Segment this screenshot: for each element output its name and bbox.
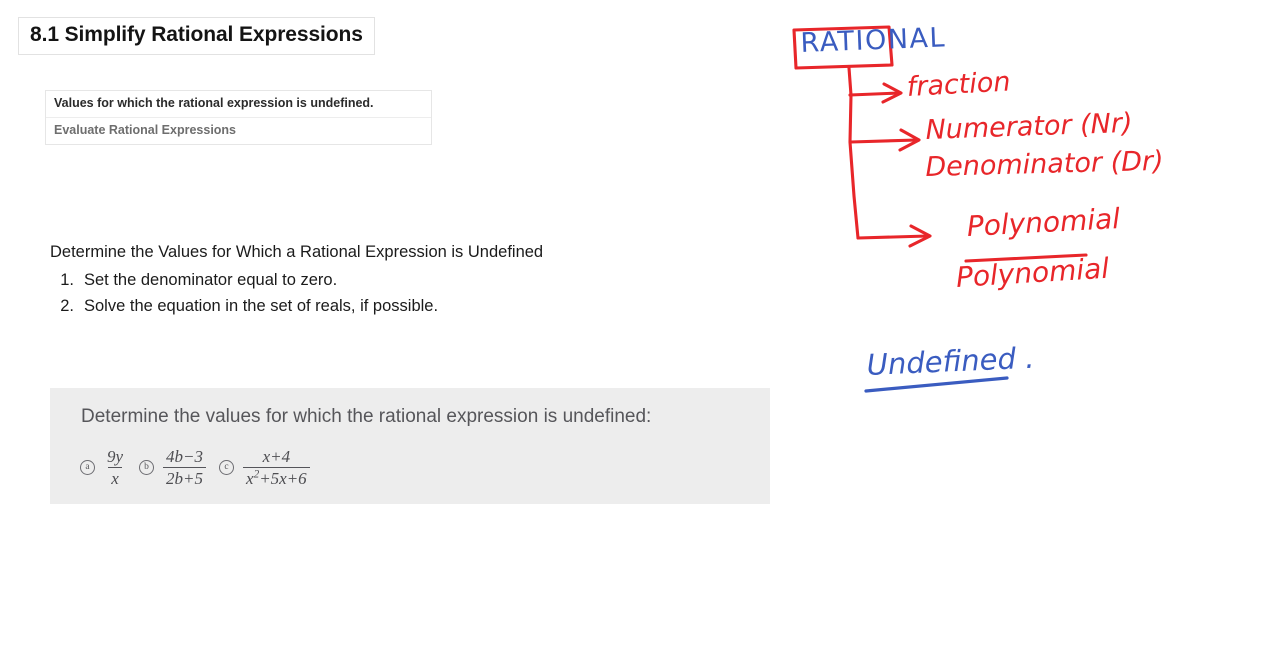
procedure-step: 2. Solve the equation in the set of real… [50, 293, 710, 319]
step-number: 1. [60, 270, 74, 289]
rational-box-stroke [792, 25, 894, 70]
branch-3-arrowhead [908, 224, 932, 248]
topics-list: Values for which the rational expression… [45, 90, 432, 145]
undefined-underline-stroke [864, 376, 1009, 393]
branch-1-stroke [848, 91, 901, 97]
fraction-b: 4b−3 2b+5 [163, 447, 207, 488]
example-prompt: Determine the values for which the ratio… [81, 406, 652, 427]
slide-title-box: 8.1 Simplify Rational Expressions [18, 17, 375, 55]
example-item-row: a 9y x b 4b−3 2b+5 c x+4 x2+5x+6 [80, 448, 310, 487]
branch-3-stroke [856, 234, 930, 240]
example-label-b: b [139, 460, 155, 476]
fraction-denominator: x [108, 466, 122, 488]
fraction-c: x+4 x2+5x+6 [243, 448, 310, 487]
step-text: Solve the equation in the set of reals, … [84, 296, 439, 315]
ink-polynomial-denominator: Polynomial [955, 251, 1110, 294]
topic-list-item: Evaluate Rational Expressions [54, 122, 237, 137]
fraction-numerator: 9y [107, 447, 124, 466]
denominator-rest: +5x+6 [259, 468, 307, 488]
fraction-a: 9y x [104, 448, 126, 487]
ink-rational-label: RATIONAL [800, 22, 947, 59]
denominator-base: x [246, 468, 254, 488]
example-item-c: c x+4 x2+5x+6 [219, 448, 310, 487]
fraction-numerator: x+4 [262, 447, 291, 466]
topic-list-item: Values for which the rational expression… [46, 91, 431, 118]
procedure-heading: Determine the Values for Which a Rationa… [50, 243, 544, 261]
procedure-block: Determine the Values for Which a Rationa… [50, 240, 710, 319]
example-label-a: a [80, 460, 95, 476]
procedure-step-list: 1. Set the denominator equal to zero. 2.… [50, 267, 710, 319]
example-panel: Determine the values for which the ratio… [50, 388, 770, 504]
fraction-numerator: 4b−3 [166, 447, 204, 466]
ink-undefined-label: Undefined . [866, 340, 1035, 382]
ink-polynomial-numerator: Polynomial [966, 201, 1121, 243]
branch-2-arrowhead [898, 128, 921, 152]
procedure-step: 1. Set the denominator equal to zero. [50, 267, 710, 293]
fraction-denominator: 2b+5 [163, 466, 207, 488]
step-number: 2. [60, 296, 74, 315]
ink-branch-fraction: fraction [906, 66, 1012, 103]
ink-branch-denominator: Denominator (Dr) [925, 145, 1164, 183]
tree-spine-stroke [847, 66, 860, 240]
polynomial-fraction-bar [964, 253, 1088, 263]
fraction-denominator: x2+5x+6 [243, 466, 310, 488]
ink-branch-numerator: Numerator (Nr) [925, 107, 1133, 146]
branch-1-arrowhead [881, 82, 903, 104]
step-text: Set the denominator equal to zero. [84, 270, 338, 289]
branch-2-stroke [849, 138, 919, 144]
page-title: 8.1 Simplify Rational Expressions [30, 23, 363, 46]
example-label-c: c [219, 460, 235, 476]
example-item-b: b 4b−3 2b+5 [139, 447, 207, 488]
example-item-a: a 9y x [80, 448, 126, 487]
